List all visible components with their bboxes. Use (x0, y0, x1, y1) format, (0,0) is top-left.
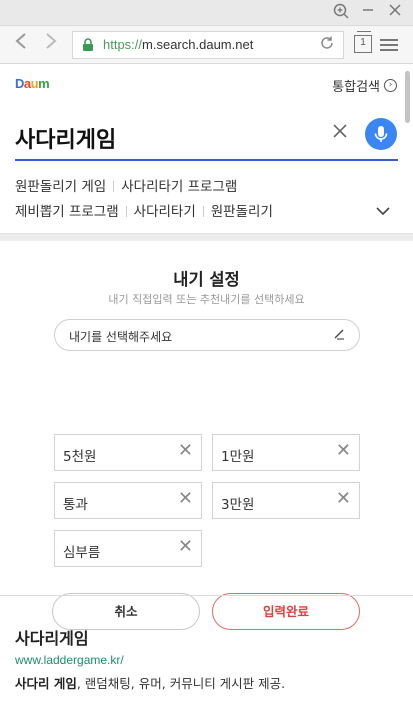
confirm-button[interactable]: 입력완료 (212, 593, 360, 630)
clear-icon[interactable] (330, 123, 350, 143)
section-divider (0, 233, 413, 241)
daum-logo[interactable]: Daum (15, 76, 50, 91)
window-titlebar (0, 0, 413, 26)
pencil-icon (333, 328, 345, 343)
related-searches: 원판돌리기 게임 사다리타기 프로그램 제비뽑기 프로그램 사다리타기 원판돌리기 (15, 175, 375, 225)
address-bar[interactable]: https://m.search.daum.net (72, 31, 344, 59)
search-box[interactable]: 사다리게임 (15, 115, 398, 161)
bet-item-input[interactable]: 통과 ✕ (54, 482, 202, 519)
result-description: 사다리 게임, 랜덤채팅, 유머, 커뮤니티 게시판 제공. (15, 673, 285, 692)
forward-icon[interactable] (38, 32, 64, 58)
card-subtitle: 내기 직접입력 또는 추천내기를 선택하세요 (108, 293, 305, 306)
microphone-icon (374, 126, 388, 142)
bet-item-input[interactable]: 심부름 ✕ (54, 530, 202, 567)
chevron-right-icon: › (384, 79, 397, 92)
related-item[interactable]: 원판돌리기 게임 (15, 179, 106, 195)
bet-item-input[interactable]: 1만원 ✕ (212, 434, 360, 471)
bet-item-value: 통과 (63, 497, 88, 513)
reload-icon[interactable] (317, 35, 337, 55)
result-title-link[interactable]: 사다리게임 (15, 625, 89, 649)
divider (113, 181, 115, 192)
lock-icon (83, 38, 93, 51)
tab-counter-button[interactable]: 1 (354, 31, 372, 53)
microphone-button[interactable] (365, 118, 397, 150)
bet-item-input[interactable]: 3만원 ✕ (212, 482, 360, 519)
back-icon[interactable] (8, 32, 34, 58)
card-title: 내기 설정 (173, 270, 240, 289)
bet-settings-card: 내기 설정 내기 직접입력 또는 추천내기를 선택하세요 내기를 선택해주세요 … (0, 241, 413, 630)
unified-search-link[interactable]: 통합검색 › (332, 76, 397, 95)
remove-icon[interactable]: ✕ (178, 441, 193, 461)
related-item[interactable]: 원판돌리기 (211, 204, 273, 220)
related-item[interactable]: 제비뽑기 프로그램 (15, 204, 119, 220)
result-url-link[interactable]: www.laddergame.kr/ (15, 653, 124, 667)
zoom-icon[interactable] (331, 3, 351, 23)
remove-icon[interactable]: ✕ (336, 489, 351, 509)
section-divider (0, 595, 413, 596)
select-placeholder: 내기를 선택해주세요 (69, 330, 173, 344)
browser-toolbar: https://m.search.daum.net 1 (0, 26, 413, 64)
result-description-bold: 사다리 게임 (15, 676, 77, 691)
bet-item-value: 5천원 (63, 449, 97, 465)
search-input[interactable]: 사다리게임 (15, 122, 116, 154)
related-item[interactable]: 사다리타기 프로그램 (121, 179, 237, 195)
related-item[interactable]: 사다리타기 (134, 204, 196, 220)
bet-select-dropdown[interactable]: 내기를 선택해주세요 (54, 319, 360, 351)
url-text: https://m.search.daum.net (103, 37, 254, 52)
chevron-down-icon[interactable] (375, 203, 391, 219)
search-page: Daum 통합검색 › 사다리게임 원판돌리기 게임 사다리타기 프로그램 제비뽑… (0, 65, 413, 705)
close-window-icon[interactable] (385, 3, 405, 23)
divider (125, 206, 127, 217)
unified-search-label: 통합검색 (332, 80, 380, 95)
remove-icon[interactable]: ✕ (178, 489, 193, 509)
scrollbar[interactable] (405, 71, 410, 123)
menu-icon[interactable] (380, 36, 398, 52)
bet-item-input[interactable]: 5천원 ✕ (54, 434, 202, 471)
bet-item-value: 심부름 (63, 545, 101, 561)
minimize-icon[interactable] (358, 3, 378, 23)
bet-item-value: 1만원 (221, 449, 255, 465)
bet-item-value: 3만원 (221, 497, 255, 513)
divider (202, 206, 204, 217)
remove-icon[interactable]: ✕ (336, 441, 351, 461)
remove-icon[interactable]: ✕ (178, 537, 193, 557)
result-description-text: , 랜덤채팅, 유머, 커뮤니티 게시판 제공. (76, 676, 286, 691)
